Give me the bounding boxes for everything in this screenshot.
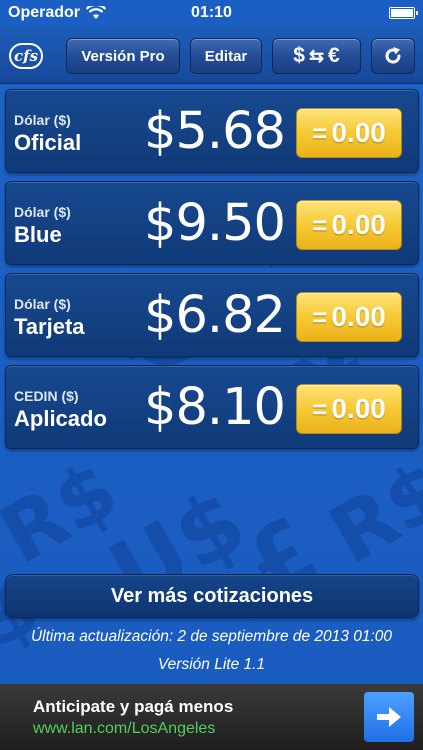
quote-row-oficial: Dólar ($) Oficial $5.68 = 0.00 <box>5 89 419 173</box>
equals-sign: = <box>312 209 328 240</box>
last-updated-text: Última actualización: 2 de septiembre de… <box>30 628 393 645</box>
swap-arrows-icon: ⇆ <box>308 45 325 66</box>
quote-row-tarjeta: Dólar ($) Tarjeta $6.82 = 0.00 <box>5 273 419 357</box>
currency-label: Dólar ($) <box>14 296 71 312</box>
toolbar: cfs Versión Pro Editar $ ⇆ € <box>0 26 423 84</box>
quote-row-blue: Dólar ($) Blue $9.50 = 0.00 <box>5 181 419 265</box>
convert-result-button[interactable]: = 0.00 <box>296 292 402 342</box>
edit-button[interactable]: Editar <box>190 38 262 74</box>
quote-price: $5.68 <box>144 102 286 161</box>
quote-name: Oficial <box>14 130 82 155</box>
result-value: 0.00 <box>331 209 386 240</box>
convert-result-button[interactable]: = 0.00 <box>296 108 402 158</box>
app-logo: cfs <box>8 42 44 70</box>
wifi-icon <box>86 6 107 19</box>
refresh-icon <box>385 47 401 64</box>
quote-name: Aplicado <box>14 406 107 431</box>
ad-arrow-button[interactable] <box>364 692 414 742</box>
dollar-sign: $ <box>293 44 305 67</box>
euro-sign: € <box>328 44 340 67</box>
equals-sign: = <box>312 117 328 148</box>
convert-result-button[interactable]: = 0.00 <box>296 384 402 434</box>
refresh-button[interactable] <box>371 38 415 74</box>
currency-label: Dólar ($) <box>14 204 71 220</box>
quote-price: $8.10 <box>144 378 286 437</box>
battery-icon <box>389 7 418 19</box>
pro-version-button[interactable]: Versión Pro <box>66 38 180 74</box>
equals-sign: = <box>312 393 328 424</box>
ad-title: Anticipate y pagá menos <box>33 697 234 716</box>
quote-row-aplicado: CEDIN ($) Aplicado $8.10 = 0.00 <box>5 365 419 449</box>
currency-swap-button[interactable]: $ ⇆ € <box>272 38 361 74</box>
currency-label: CEDIN ($) <box>14 388 79 404</box>
carrier-name: Operador <box>8 4 81 21</box>
quote-price: $9.50 <box>144 194 286 253</box>
quote-name: Blue <box>14 222 62 247</box>
currency-label: Dólar ($) <box>14 112 71 128</box>
quote-name: Tarjeta <box>14 314 85 339</box>
result-value: 0.00 <box>331 117 386 148</box>
ad-banner[interactable]: Anticipate y pagá menos www.lan.com/LosA… <box>0 684 423 750</box>
convert-result-button[interactable]: = 0.00 <box>296 200 402 250</box>
more-quotes-button[interactable]: Ver más cotizaciones <box>5 574 419 618</box>
quote-price: $6.82 <box>144 286 286 345</box>
ad-url[interactable]: www.lan.com/LosAngeles <box>33 720 215 738</box>
status-bar: Operador 01:10 <box>0 0 423 26</box>
arrow-right-icon <box>377 707 401 727</box>
version-text: Versión Lite 1.1 <box>157 656 266 673</box>
result-value: 0.00 <box>331 393 386 424</box>
equals-sign: = <box>312 301 328 332</box>
result-value: 0.00 <box>331 301 386 332</box>
